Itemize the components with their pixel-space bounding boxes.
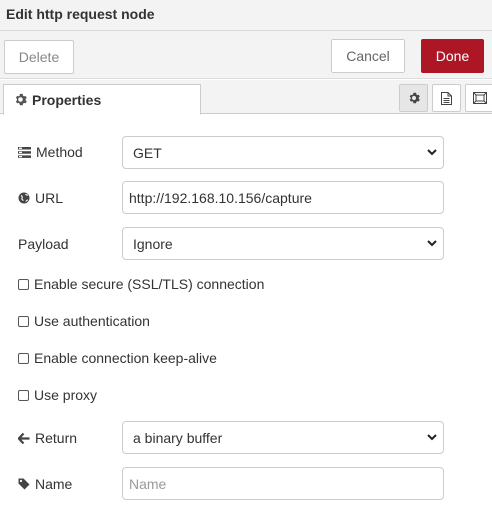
name-label: Name [18,476,72,492]
ssl-checkbox[interactable] [18,278,29,290]
return-label: Return [18,430,77,446]
keepalive-checkbox-label: Enable connection keep-alive [34,350,217,366]
tab-properties-label: Properties [32,91,102,108]
tasks-icon [18,146,31,158]
proxy-checkbox-label: Use proxy [34,387,98,403]
url-label-text: URL [35,190,64,206]
tab-settings-button[interactable] [399,84,428,112]
payload-select[interactable]: Ignore [122,227,444,260]
return-label-text: Return [35,430,78,446]
method-select-value: GET [133,144,162,161]
chevron-down-icon [427,240,437,247]
url-label: URL [18,190,63,206]
globe-icon [18,192,30,204]
dialog-toolbar: Delete Cancel Done [0,31,492,79]
tab-properties[interactable]: Properties [3,84,201,115]
proxy-checkbox-row[interactable]: Use proxy [18,387,97,403]
gear-icon [15,93,27,106]
payload-label: Payload [18,236,69,252]
dialog-title-bar: Edit http request node [0,0,492,31]
appearance-icon [472,92,487,104]
delete-button[interactable]: Delete [4,40,74,74]
tag-icon [18,478,30,490]
dialog-title: Edit http request node [6,6,155,22]
proxy-checkbox[interactable] [18,389,29,401]
cancel-button[interactable]: Cancel [331,39,405,73]
tab-appearance-button[interactable] [465,84,492,112]
chevron-down-icon [427,434,437,441]
return-select[interactable]: a binary buffer [122,421,444,454]
description-icon [441,91,452,105]
gear-icon [409,92,420,104]
chevron-down-icon [427,149,437,156]
auth-checkbox[interactable] [18,315,29,327]
payload-select-value: Ignore [133,235,173,252]
ssl-checkbox-row[interactable]: Enable secure (SSL/TLS) connection [18,276,264,292]
method-label: Method [18,144,83,160]
tab-description-button[interactable] [432,84,461,112]
name-input[interactable] [122,467,444,500]
method-select[interactable]: GET [122,136,444,169]
arrow-left-icon [18,432,30,444]
done-button[interactable]: Done [421,39,484,73]
return-select-value: a binary buffer [133,429,223,446]
keepalive-checkbox-row[interactable]: Enable connection keep-alive [18,350,217,366]
ssl-checkbox-label: Enable secure (SSL/TLS) connection [34,276,265,292]
name-label-text: Name [35,476,73,492]
method-label-text: Method [36,144,83,160]
auth-checkbox-row[interactable]: Use authentication [18,313,150,329]
url-input[interactable] [122,181,444,214]
auth-checkbox-label: Use authentication [34,313,150,329]
keepalive-checkbox[interactable] [18,352,29,364]
payload-label-text: Payload [18,236,69,252]
